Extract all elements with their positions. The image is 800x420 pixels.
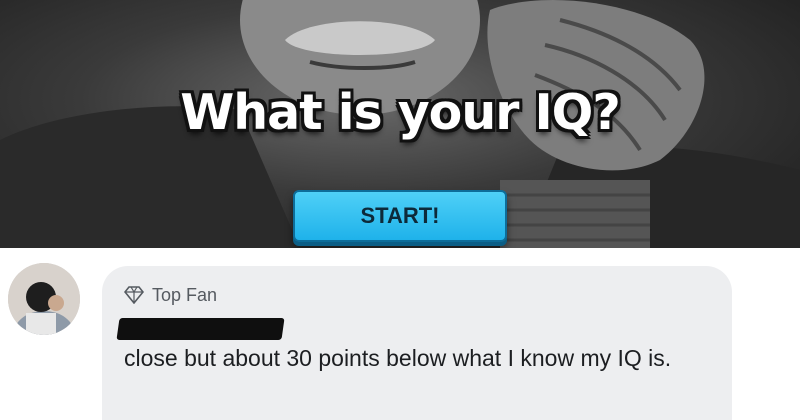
- redacted-username[interactable]: [116, 318, 285, 340]
- avatar[interactable]: [8, 263, 80, 335]
- top-fan-badge: Top Fan: [124, 283, 217, 307]
- quiz-title: What is your IQ?: [180, 84, 621, 141]
- quiz-promo-image[interactable]: What is your IQ? START!: [0, 0, 800, 248]
- avatar-image: [8, 263, 80, 335]
- comment-text: close but about 30 points below what I k…: [124, 345, 672, 371]
- start-button[interactable]: START!: [293, 190, 507, 242]
- diamond-icon: [124, 286, 144, 304]
- top-fan-label: Top Fan: [152, 284, 218, 305]
